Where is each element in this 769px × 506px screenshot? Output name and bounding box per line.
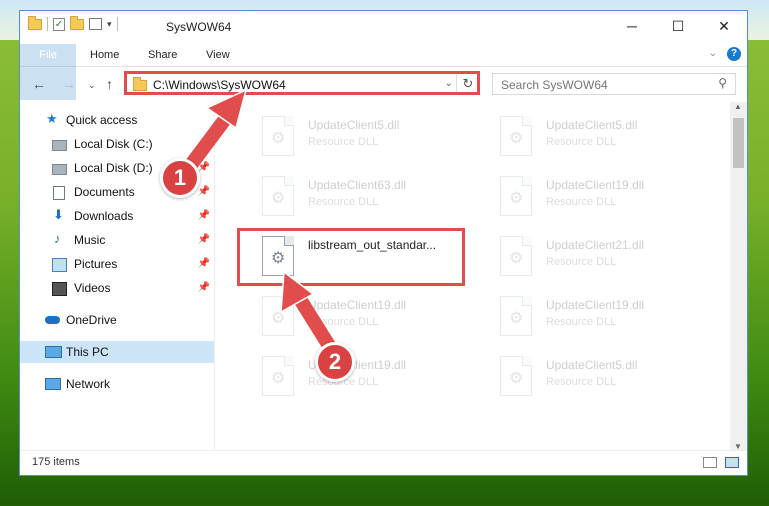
annotation-arrows — [183, 88, 340, 359]
step-2-badge: 2 — [315, 342, 355, 382]
arrow-1-head — [205, 88, 248, 130]
step-1-badge: 1 — [160, 158, 200, 198]
